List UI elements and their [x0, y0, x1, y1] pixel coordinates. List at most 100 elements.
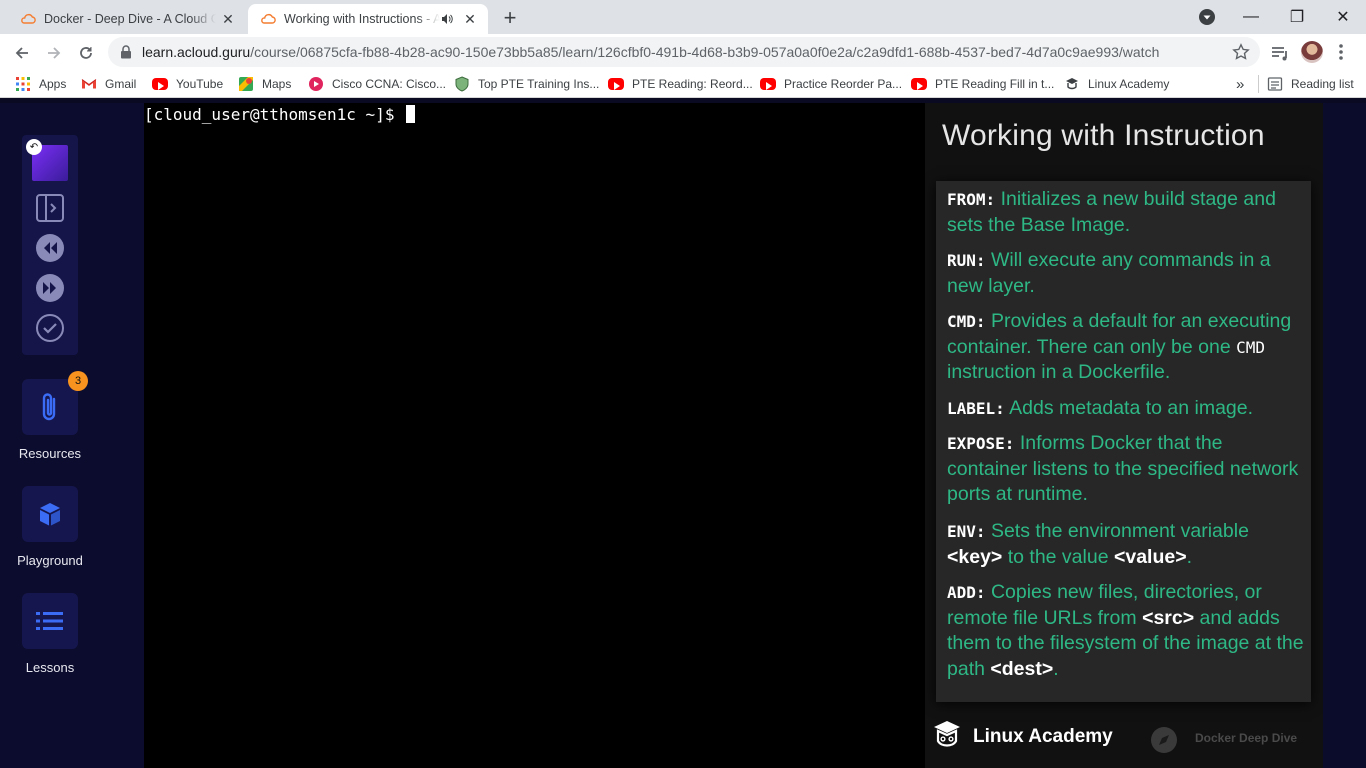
bookmark-youtube[interactable]: YouTube — [152, 75, 223, 93]
bookmark-label: Practice Reorder Pa... — [784, 77, 903, 91]
slide-title: Working with Instruction — [942, 119, 1265, 152]
lessons-button[interactable] — [22, 593, 78, 649]
arrow-right-icon — [48, 47, 61, 59]
bookmark-label: PTE Reading: Reord... — [632, 77, 753, 91]
rewind-icon[interactable] — [35, 233, 65, 263]
instruction-text: Will execute any commands in a new layer… — [947, 249, 1271, 297]
instruction-keyword: ENV: — [947, 522, 986, 541]
back-arrow-icon[interactable]: ↶ — [26, 139, 42, 155]
tab-title: Docker - Deep Dive - A Cloud Gu — [44, 12, 216, 26]
placeholder-dest: <dest> — [990, 657, 1054, 680]
compass-icon — [1151, 727, 1177, 753]
bookmark-label: Maps — [262, 77, 292, 91]
instruction-from: FROM: Initializes a new build stage and … — [947, 187, 1305, 238]
placeholder-key: <key> — [947, 545, 1003, 568]
lock-icon[interactable] — [120, 45, 132, 59]
terminal-video-area[interactable]: [cloud_user@tthomsen1c ~]$ — [144, 103, 925, 768]
instruction-cmd: CMD: Provides a default for an executing… — [947, 309, 1305, 386]
bookmarks-overflow-button[interactable]: » — [1236, 75, 1244, 93]
inline-code: CMD — [1236, 337, 1265, 357]
placeholder-src: <src> — [1142, 606, 1195, 629]
course-thumbnail[interactable]: ↶ — [26, 139, 68, 181]
bookmark-label: Gmail — [105, 77, 137, 91]
instruction-text-end: . — [1186, 545, 1193, 568]
course-name-footer: Docker Deep Dive — [1195, 731, 1298, 745]
resources-label[interactable]: Resources — [0, 446, 100, 461]
close-window-button[interactable]: ✕ — [1320, 0, 1366, 34]
instruction-slide: Working with Instruction FROM: Initializ… — [925, 103, 1323, 768]
arrow-left-icon — [15, 47, 28, 59]
left-rail: ↶ 3 Resources Playground Lessons — [0, 103, 144, 768]
restore-button[interactable]: ❐ — [1274, 0, 1320, 34]
bookmark-gmail[interactable]: Gmail — [81, 75, 136, 93]
more-menu-icon[interactable] — [1336, 42, 1346, 62]
bookmark-label: Cisco CCNA: Cisco... — [332, 77, 447, 91]
bookmark-star-icon[interactable] — [1232, 43, 1250, 61]
reading-list-label: Reading list — [1291, 77, 1354, 91]
prompt-text: [cloud_user@tthomsen1c ~]$ — [144, 105, 405, 124]
tab-close-icon[interactable]: ✕ — [462, 11, 478, 27]
slide-footer: Linux Academy Docker Deep Dive — [925, 715, 1323, 768]
instruction-keyword: EXPOSE: — [947, 434, 1015, 453]
cloud-guru-favicon-icon — [21, 13, 36, 24]
tab-close-icon[interactable]: ✕ — [220, 11, 236, 27]
reload-icon — [80, 47, 92, 59]
bookmark-linux-academy[interactable]: Linux Academy — [1064, 75, 1169, 93]
pte-shield-icon — [455, 76, 469, 92]
playground-label[interactable]: Playground — [0, 553, 100, 568]
youtube-icon — [911, 78, 927, 90]
media-queue-icon[interactable] — [1269, 42, 1291, 64]
playground-button[interactable] — [22, 486, 78, 542]
cloud-guru-favicon-icon — [261, 13, 276, 24]
media-control-icon[interactable] — [1198, 8, 1216, 26]
instruction-keyword: FROM: — [947, 190, 996, 209]
cisco-ccna-icon — [309, 77, 323, 91]
back-button[interactable] — [9, 40, 35, 66]
reload-button[interactable] — [73, 40, 99, 66]
toggle-panel-icon[interactable] — [35, 193, 65, 223]
speaker-icon[interactable] — [440, 12, 454, 26]
instruction-text-cont: instruction in a Dockerfile. — [947, 361, 1171, 383]
instruction-keyword: RUN: — [947, 251, 986, 270]
maps-icon — [239, 77, 253, 91]
instruction-keyword: CMD: — [947, 312, 986, 331]
terminal-cursor — [406, 105, 416, 123]
instruction-text: Initializes a new build stage and sets t… — [947, 188, 1276, 236]
linux-academy-owl-icon — [934, 721, 960, 747]
bookmark-apps[interactable]: Apps — [15, 75, 66, 93]
youtube-icon — [152, 78, 168, 90]
instruction-text-end: . — [1053, 657, 1059, 680]
bookmark-practice-reorder[interactable]: Practice Reorder Pa... — [760, 75, 902, 93]
tab-strip: Docker - Deep Dive - A Cloud Gu ✕ Workin… — [0, 0, 1366, 34]
instruction-expose: EXPOSE: Informs Docker that the containe… — [947, 431, 1305, 508]
bookmark-label: PTE Reading Fill in t... — [935, 77, 1055, 91]
bookmark-maps[interactable]: Maps — [238, 75, 291, 93]
instruction-text: Adds metadata to an image. — [1004, 397, 1254, 419]
placeholder-value: <value> — [1113, 545, 1187, 568]
instruction-env: ENV: Sets the environment variable <key>… — [947, 519, 1305, 570]
mark-complete-icon[interactable] — [35, 313, 65, 343]
bookmarks-bar: Apps Gmail YouTube Maps Cisco CCNA: Cisc… — [0, 70, 1366, 98]
bookmark-pte-reading-fill[interactable]: PTE Reading Fill in t... — [911, 75, 1054, 93]
minimize-button[interactable]: — — [1228, 0, 1274, 34]
cubes-icon — [40, 503, 60, 526]
reading-list-button[interactable]: Reading list — [1258, 75, 1354, 93]
profile-avatar[interactable] — [1301, 41, 1323, 63]
bookmark-cisco-ccna[interactable]: Cisco CCNA: Cisco... — [308, 75, 446, 93]
address-bar[interactable]: learn.acloud.guru/course/06875cfa-fb88-4… — [108, 37, 1260, 67]
tab-working-with-instructions[interactable]: Working with Instructions - A ✕ — [248, 4, 488, 34]
resources-count-badge: 3 — [68, 371, 88, 391]
url-text: learn.acloud.guru/course/06875cfa-fb88-4… — [142, 44, 1159, 60]
fast-forward-icon[interactable] — [35, 273, 65, 303]
browser-toolbar: learn.acloud.guru/course/06875cfa-fb88-4… — [0, 34, 1366, 70]
bookmark-top-pte[interactable]: Top PTE Training Ins... — [454, 75, 599, 93]
instruction-keyword: LABEL: — [947, 399, 1005, 418]
forward-button[interactable] — [41, 40, 67, 66]
reading-list-icon — [1267, 77, 1283, 91]
bookmark-label: YouTube — [176, 77, 224, 91]
new-tab-button[interactable]: + — [498, 5, 522, 30]
youtube-icon — [608, 78, 624, 90]
lessons-label[interactable]: Lessons — [0, 660, 100, 675]
bookmark-pte-reading-reorder[interactable]: PTE Reading: Reord... — [608, 75, 753, 93]
tab-docker-deep-dive[interactable]: Docker - Deep Dive - A Cloud Gu ✕ — [8, 4, 246, 34]
